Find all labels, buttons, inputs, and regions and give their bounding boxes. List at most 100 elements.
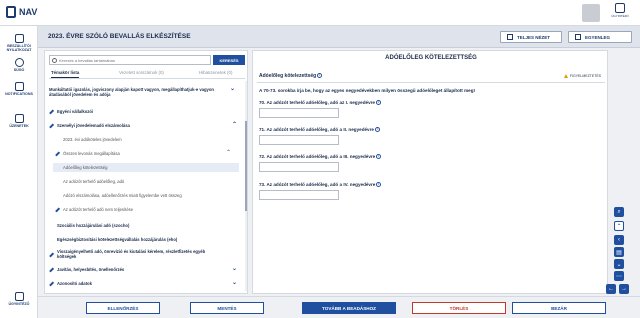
tab-errors[interactable]: Hibaüzenetek (0): [199, 70, 232, 75]
split-icon: [575, 34, 581, 40]
question-label: 71. Az adózót terhelő adóelőleg, adó a I…: [259, 127, 380, 133]
bell-icon: [14, 82, 24, 91]
list-item[interactable]: Összes levonás megállapítása ⌃: [53, 150, 249, 157]
avatar[interactable]: [582, 4, 600, 22]
search-input[interactable]: [59, 56, 209, 64]
search-button[interactable]: KERESÉS: [213, 55, 245, 65]
info-icon[interactable]: i: [375, 100, 381, 106]
q70-input[interactable]: [259, 108, 339, 118]
list-item[interactable]: Egészségbiztosítási kötelezettségvállalá…: [57, 237, 253, 242]
more-icon[interactable]: ⋯: [614, 271, 624, 281]
nav-logo[interactable]: NAV: [6, 6, 37, 18]
nav-item-nyilatkozat[interactable]: BESZÁLLÍTÓI NYILATKOZAT: [0, 34, 38, 52]
tab-topics[interactable]: Témakör lista: [51, 70, 80, 78]
page-title: 2023. ÉVRE SZÓLÓ BEVALLÁS ELKÉSZÍTÉSE: [48, 33, 191, 40]
balance-label: EGYENLEG: [585, 34, 611, 40]
info-icon[interactable]: i: [376, 182, 382, 188]
instructions-text: A 70-73. sorokba írja be, hogy az egyes …: [259, 88, 476, 93]
q73-input[interactable]: [259, 190, 339, 200]
warning-badge[interactable]: FIGYELMEZTETÉS: [563, 74, 601, 78]
search-box: [49, 55, 211, 65]
topic-panel: KERESÉS Témakör lista Vezetett sorszámok…: [44, 50, 248, 294]
document-icon: [14, 34, 24, 43]
arrow-left-icon[interactable]: ←: [606, 284, 616, 294]
scrollbar-thumb[interactable]: [245, 121, 247, 211]
list-item[interactable]: Adózó elszámolása, adóellenőrzés miatt f…: [63, 193, 259, 198]
save-button[interactable]: MENTÉS: [190, 302, 264, 314]
nav-item-notifications[interactable]: NOTIFICATIONS: [0, 82, 38, 96]
tab-bar: Témakör lista Vezetett sorszámok (0) Hib…: [49, 69, 245, 79]
section-name: Adóelőleg kötelezettség i: [259, 73, 323, 79]
document-icon[interactable]: ▤: [614, 247, 624, 257]
help-icon: [14, 58, 24, 67]
pencil-icon: [49, 267, 54, 273]
list-item[interactable]: Visszaigényelhető adó, önrevízió és kiut…: [49, 249, 225, 259]
nav-item-label: NOTIFICATIONS: [5, 92, 33, 96]
logo-text: NAV: [19, 7, 38, 17]
delete-button[interactable]: TÖRLÉS: [412, 302, 506, 314]
pencil-icon: [55, 151, 60, 157]
pencil-icon: [49, 252, 54, 258]
nav-item-label: BESZÁLLÍTÓI NYILATKOZAT: [6, 44, 32, 52]
chevron-down-icon: ⌄: [231, 266, 237, 272]
search-icon[interactable]: ⌕: [614, 207, 624, 217]
close-button[interactable]: BEZÁR: [512, 302, 606, 314]
list-item-selected[interactable]: Adóelőleg kötelezettség: [53, 163, 239, 172]
list-item[interactable]: Azonosító adatok ⌄: [49, 280, 245, 287]
chevron-down-icon: ⌄: [229, 86, 235, 92]
page-header: 2023. ÉVRE SZÓLÓ BEVALLÁS ELKÉSZÍTÉSE TE…: [38, 26, 640, 48]
q71-input[interactable]: [259, 135, 339, 145]
chevron-up-icon: ⌃: [225, 150, 231, 156]
pencil-icon: [49, 123, 54, 129]
top-bar: NAV ÜGYINTÉZŐ: [0, 0, 640, 26]
chevron-up-icon: ⌃: [231, 122, 237, 128]
chevron-down-icon: ⌄: [231, 280, 237, 286]
logo-icon: [6, 6, 16, 18]
question-label: 73. Az adózót terhelő adóelőleg, adó a I…: [259, 182, 382, 188]
list-item[interactable]: 2023. évi adóköteles jövedelem: [63, 137, 259, 142]
nav-item-sugo[interactable]: SÚGÓ: [0, 58, 38, 72]
nav-item-label: SÚGÓ: [13, 68, 25, 72]
collapse-icon[interactable]: ⌄: [614, 259, 624, 269]
info-icon[interactable]: i: [317, 73, 323, 79]
full-view-label: TELJES NÉZET: [517, 34, 551, 40]
question-label: 70. Az adózót terhelő adóelőleg, adó az …: [259, 100, 381, 106]
clipboard-icon: [14, 292, 24, 301]
warning-label: FIGYELMEZTETÉS: [569, 74, 601, 78]
info-icon[interactable]: i: [376, 154, 382, 160]
list-item[interactable]: Az adózót terhelő adóelőleg, adó: [63, 179, 259, 184]
list-item[interactable]: Munkáltatói igazolás, jogviszony alapján…: [49, 86, 235, 97]
chevron-left-icon[interactable]: ‹: [614, 235, 624, 245]
user-icon: [615, 3, 625, 13]
list-item[interactable]: Személyi jövedelemadó elszámolása ⌃: [49, 122, 245, 129]
balance-button[interactable]: EGYENLEG: [568, 31, 632, 43]
list-item[interactable]: Az adózót terhelő adó nem teljesítése: [53, 207, 249, 213]
mail-icon: [14, 114, 24, 123]
chevron-up-icon[interactable]: ⌃: [614, 221, 624, 231]
submit-button[interactable]: TOVÁBB A BEADÁSHOZ: [302, 302, 396, 314]
nav-item-label: ÜGYINTÉZŐ: [8, 302, 30, 306]
user-menu[interactable]: ÜGYINTÉZŐ: [604, 3, 636, 23]
list-item[interactable]: Szociális hozzájárulási adó (szocho): [57, 223, 253, 228]
action-bar: ELLENŐRZÉS MENTÉS TOVÁBB A BEADÁSHOZ TÖR…: [38, 296, 640, 318]
nav-item-ugyintezo[interactable]: ÜGYINTÉZŐ: [0, 292, 38, 306]
section-subheader: Adóelőleg kötelezettség i FIGYELMEZTETÉS: [257, 71, 605, 83]
list-item[interactable]: Javítás, helyesbítés, önellenőrzés ⌄: [49, 266, 245, 273]
nav-item-uzenetek[interactable]: ÜZENETEK: [0, 114, 38, 128]
search-icon: [52, 57, 57, 63]
section-title: ADÓELŐLEG KÖTELEZETTSÉG: [385, 55, 477, 61]
full-view-button[interactable]: TELJES NÉZET: [500, 31, 562, 43]
check-button[interactable]: ELLENŐRZÉS: [86, 302, 160, 314]
arrow-right-icon[interactable]: →: [619, 284, 629, 294]
warning-icon: [563, 74, 568, 78]
list-item[interactable]: Egyéni vállalkozói: [49, 109, 245, 115]
form-panel: ADÓELŐLEG KÖTELEZETTSÉG Adóelőleg kötele…: [252, 50, 608, 294]
nav-item-label: ÜZENETEK: [9, 124, 29, 128]
question-label: 72. Az adózót terhelő adóelőleg, adó a I…: [259, 154, 382, 160]
info-icon[interactable]: i: [374, 127, 380, 133]
expand-icon: [507, 34, 513, 40]
tab-serials[interactable]: Vezetett sorszámok (0): [119, 70, 164, 75]
list-scrollbar[interactable]: [245, 81, 247, 291]
q72-input[interactable]: [259, 162, 339, 172]
pencil-icon: [55, 207, 60, 213]
